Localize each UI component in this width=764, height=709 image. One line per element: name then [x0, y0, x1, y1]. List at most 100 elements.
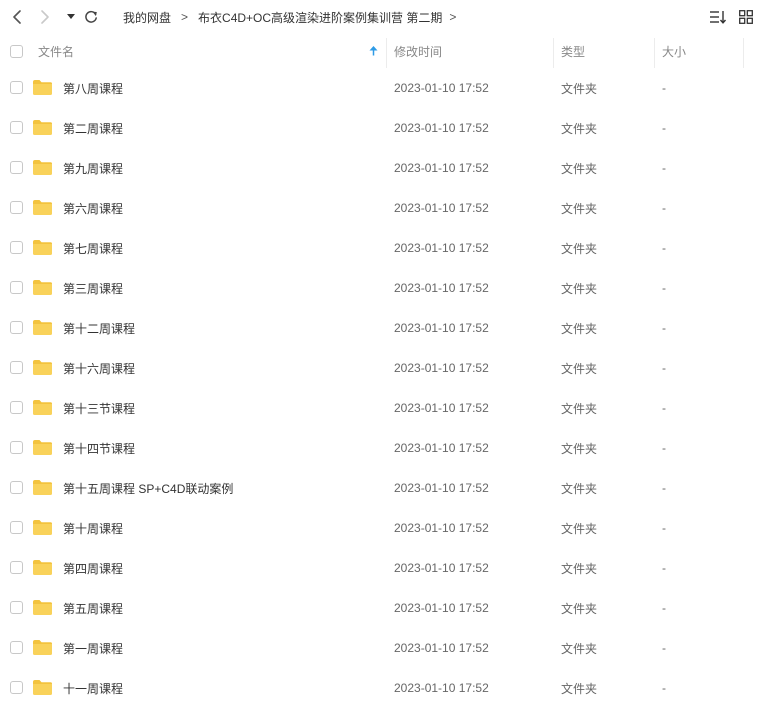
- breadcrumb-item-root[interactable]: 我的网盘: [123, 9, 171, 26]
- file-name[interactable]: 十一周课程: [63, 668, 123, 708]
- row-checkbox[interactable]: [10, 281, 23, 294]
- forward-button[interactable]: [35, 7, 55, 27]
- column-header-type[interactable]: 类型: [561, 34, 585, 68]
- file-name[interactable]: 第九周课程: [63, 148, 123, 188]
- file-modified-time: 2023-01-10 17:52: [394, 441, 489, 455]
- file-row[interactable]: 第四周课程 2023-01-10 17:52 文件夹 -: [0, 548, 764, 588]
- file-name[interactable]: 第十六周课程: [63, 348, 135, 388]
- file-row[interactable]: 十一周课程 2023-01-10 17:52 文件夹 -: [0, 668, 764, 708]
- file-name[interactable]: 第十五周课程 SP+C4D联动案例: [63, 468, 233, 508]
- file-type: 文件夹: [561, 441, 598, 456]
- file-name[interactable]: 第一周课程: [63, 628, 123, 668]
- file-modified-time: 2023-01-10 17:52: [394, 121, 489, 135]
- file-modified-time: 2023-01-10 17:52: [394, 321, 489, 335]
- file-name[interactable]: 第十四节课程: [63, 428, 135, 468]
- file-size: -: [662, 241, 666, 255]
- file-type: 文件夹: [561, 361, 598, 376]
- refresh-button[interactable]: [81, 7, 101, 27]
- file-modified-time: 2023-01-10 17:52: [394, 241, 489, 255]
- file-type: 文件夹: [561, 481, 598, 496]
- row-checkbox[interactable]: [10, 561, 23, 574]
- file-modified-time: 2023-01-10 17:52: [394, 81, 489, 95]
- column-divider[interactable]: [386, 38, 387, 68]
- row-checkbox[interactable]: [10, 441, 23, 454]
- chevron-left-icon: [13, 10, 21, 24]
- folder-icon: [33, 240, 52, 255]
- row-checkbox[interactable]: [10, 681, 23, 694]
- file-name[interactable]: 第四周课程: [63, 548, 123, 588]
- file-name[interactable]: 第十三节课程: [63, 388, 135, 428]
- file-size: -: [662, 681, 666, 695]
- folder-icon: [33, 360, 52, 375]
- caret-down-icon: [67, 14, 75, 19]
- row-checkbox[interactable]: [10, 241, 23, 254]
- history-dropdown-button[interactable]: [61, 7, 81, 27]
- file-row[interactable]: 第一周课程 2023-01-10 17:52 文件夹 -: [0, 628, 764, 668]
- file-row[interactable]: 第十二周课程 2023-01-10 17:52 文件夹 -: [0, 308, 764, 348]
- select-all-checkbox[interactable]: [10, 45, 23, 58]
- row-checkbox[interactable]: [10, 161, 23, 174]
- file-row[interactable]: 第十三节课程 2023-01-10 17:52 文件夹 -: [0, 388, 764, 428]
- file-type: 文件夹: [561, 321, 598, 336]
- breadcrumb-item-current[interactable]: 布衣C4D+OC高级渲染进阶案例集训营 第二期: [198, 9, 442, 26]
- file-name[interactable]: 第六周课程: [63, 188, 123, 228]
- file-name[interactable]: 第七周课程: [63, 228, 123, 268]
- file-row[interactable]: 第二周课程 2023-01-10 17:52 文件夹 -: [0, 108, 764, 148]
- file-row[interactable]: 第三周课程 2023-01-10 17:52 文件夹 -: [0, 268, 764, 308]
- file-row[interactable]: 第十五周课程 SP+C4D联动案例 2023-01-10 17:52 文件夹 -: [0, 468, 764, 508]
- file-row[interactable]: 第五周课程 2023-01-10 17:52 文件夹 -: [0, 588, 764, 628]
- row-checkbox[interactable]: [10, 401, 23, 414]
- file-size: -: [662, 281, 666, 295]
- folder-icon: [33, 480, 52, 495]
- file-type: 文件夹: [561, 201, 598, 216]
- column-divider[interactable]: [743, 38, 744, 68]
- file-row[interactable]: 第六周课程 2023-01-10 17:52 文件夹 -: [0, 188, 764, 228]
- file-name[interactable]: 第十周课程: [63, 508, 123, 548]
- row-checkbox[interactable]: [10, 361, 23, 374]
- file-row[interactable]: 第九周课程 2023-01-10 17:52 文件夹 -: [0, 148, 764, 188]
- row-checkbox[interactable]: [10, 321, 23, 334]
- grid-view-button[interactable]: [737, 8, 755, 26]
- file-modified-time: 2023-01-10 17:52: [394, 161, 489, 175]
- file-list-header: 文件名 修改时间 类型 大小: [0, 34, 764, 68]
- column-header-size[interactable]: 大小: [662, 34, 686, 68]
- file-size: -: [662, 321, 666, 335]
- grid-view-icon: [739, 10, 753, 24]
- row-checkbox[interactable]: [10, 121, 23, 134]
- file-name[interactable]: 第五周课程: [63, 588, 123, 628]
- row-checkbox[interactable]: [10, 201, 23, 214]
- file-row[interactable]: 第八周课程 2023-01-10 17:52 文件夹 -: [0, 68, 764, 108]
- file-row[interactable]: 第七周课程 2023-01-10 17:52 文件夹 -: [0, 228, 764, 268]
- file-row[interactable]: 第十六周课程 2023-01-10 17:52 文件夹 -: [0, 348, 764, 388]
- file-name[interactable]: 第二周课程: [63, 108, 123, 148]
- column-divider[interactable]: [654, 38, 655, 68]
- file-row[interactable]: 第十四节课程 2023-01-10 17:52 文件夹 -: [0, 428, 764, 468]
- file-size: -: [662, 121, 666, 135]
- file-type: 文件夹: [561, 681, 598, 696]
- back-button[interactable]: [7, 7, 27, 27]
- column-header-modified[interactable]: 修改时间: [394, 34, 442, 68]
- refresh-icon: [85, 10, 97, 23]
- row-checkbox[interactable]: [10, 481, 23, 494]
- folder-icon: [33, 520, 52, 535]
- folder-icon: [33, 160, 52, 175]
- breadcrumb-separator: >: [181, 10, 189, 24]
- row-checkbox[interactable]: [10, 601, 23, 614]
- row-checkbox[interactable]: [10, 81, 23, 94]
- file-name[interactable]: 第三周课程: [63, 268, 123, 308]
- row-checkbox[interactable]: [10, 641, 23, 654]
- chevron-right-icon: [41, 10, 49, 24]
- sort-ascending-icon[interactable]: [369, 34, 378, 68]
- file-row[interactable]: 第十周课程 2023-01-10 17:52 文件夹 -: [0, 508, 764, 548]
- file-type: 文件夹: [561, 161, 598, 176]
- file-type: 文件夹: [561, 401, 598, 416]
- file-modified-time: 2023-01-10 17:52: [394, 601, 489, 615]
- sort-order-button[interactable]: [709, 8, 727, 26]
- file-type: 文件夹: [561, 601, 598, 616]
- folder-icon: [33, 560, 52, 575]
- column-divider[interactable]: [553, 38, 554, 68]
- column-header-name[interactable]: 文件名: [38, 34, 74, 68]
- file-name[interactable]: 第八周课程: [63, 68, 123, 108]
- file-name[interactable]: 第十二周课程: [63, 308, 135, 348]
- row-checkbox[interactable]: [10, 521, 23, 534]
